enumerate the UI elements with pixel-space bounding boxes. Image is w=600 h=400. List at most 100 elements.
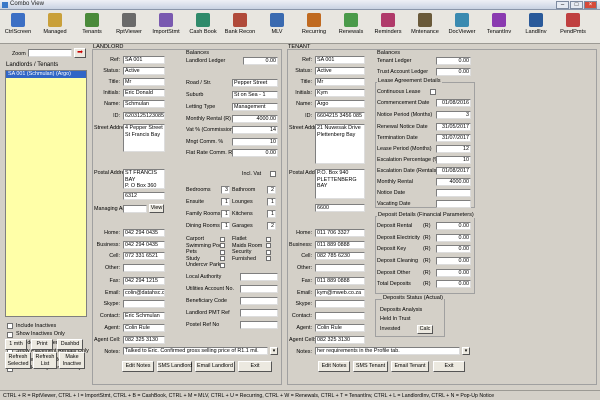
- landlord-feature-checkbox[interactable]: [266, 243, 271, 248]
- tenant-notice-field[interactable]: 3: [436, 111, 471, 119]
- toolbar-ctrlscreen-button[interactable]: CtrlScreen: [2, 12, 34, 42]
- landlord-ledger-field[interactable]: 0.00: [243, 57, 278, 65]
- tenant-cell-field[interactable]: 082 785 6230: [315, 252, 365, 260]
- dashboard-button[interactable]: Dashbd: [57, 339, 83, 350]
- calc-button[interactable]: Calc: [417, 325, 433, 334]
- landlord-view-agents-button[interactable]: View: [149, 204, 164, 213]
- landlord-title-field[interactable]: Mr: [123, 78, 165, 86]
- landlord-postel-field[interactable]: [240, 321, 278, 329]
- landlord-edit-notes-button[interactable]: Edit Notes: [122, 361, 154, 372]
- landlord-feature-checkbox[interactable]: [266, 256, 271, 261]
- tenant-title-field[interactable]: Mr: [315, 78, 365, 86]
- minimize-button[interactable]: –: [556, 1, 569, 9]
- refresh-selected-button[interactable]: Refresh Selected: [5, 352, 31, 369]
- tenant-sms-button[interactable]: SMS Tenant: [353, 361, 388, 372]
- refresh-list-button[interactable]: Refresh List: [33, 352, 57, 369]
- tenant-dep-key-field[interactable]: 0.00: [436, 245, 471, 253]
- tenant-commencement-field[interactable]: 01/08/2016: [436, 99, 471, 107]
- continuous-lease-checkbox[interactable]: [430, 89, 436, 95]
- landlord-feature-checkbox[interactable]: [220, 256, 225, 261]
- toolbar-mlv-button[interactable]: MLV: [261, 12, 293, 42]
- landlord-local-field[interactable]: [240, 273, 278, 281]
- tenant-dep-other-field[interactable]: 0.00: [436, 269, 471, 277]
- landlord-status-field[interactable]: Active: [123, 67, 165, 75]
- toolbar-importstmt-button[interactable]: ImportStmt: [150, 12, 182, 42]
- toolbar-mntenance-button[interactable]: Mntenance: [409, 12, 441, 42]
- landlord-agents-field[interactable]: [123, 205, 147, 213]
- one-month-button[interactable]: 1 mth: [5, 339, 27, 350]
- landlord-initials-field[interactable]: Eric Donald: [123, 89, 165, 97]
- landlord-dining-field[interactable]: 1: [221, 222, 230, 230]
- landlord-skype-field[interactable]: [123, 300, 165, 308]
- landlord-suburb-field[interactable]: St on Sea - 1: [232, 91, 278, 99]
- landlord-name-field[interactable]: Schmulan: [123, 100, 165, 108]
- toolbar-reminders-button[interactable]: Reminders: [372, 12, 404, 42]
- tenant-contact-field[interactable]: [315, 312, 365, 320]
- toolbar-rptviewer-button[interactable]: RptViewer: [113, 12, 145, 42]
- landlord-ref-field[interactable]: SA 001: [123, 56, 165, 64]
- landlord-agentcell-field[interactable]: 082 325 3130: [123, 336, 165, 344]
- tenant-fax-field[interactable]: 011 889 0888: [315, 277, 365, 285]
- landlord-id-field[interactable]: 6203125123085: [123, 112, 165, 120]
- tenant-ledger-field[interactable]: 0.00: [436, 57, 471, 65]
- landlord-pmt-field[interactable]: [240, 309, 278, 317]
- make-inactive-button[interactable]: Make Inactive: [59, 352, 85, 369]
- toolbar-pendpmts-button[interactable]: PendPmts: [557, 12, 589, 42]
- tenant-edit-notes-button[interactable]: Edit Notes: [318, 361, 350, 372]
- landlord-incl-vat-checkbox[interactable]: [270, 171, 276, 177]
- landlord-cell-field[interactable]: 072 331 6521: [123, 252, 165, 260]
- tenant-email-button[interactable]: Email Tenant: [391, 361, 429, 372]
- landlord-email-button[interactable]: Email Landlord: [195, 361, 235, 372]
- tenant-skype-field[interactable]: [315, 300, 365, 308]
- tenant-renewal-field[interactable]: 31/05/2017: [436, 123, 471, 131]
- filter-checkbox[interactable]: [7, 323, 13, 329]
- toolbar-landlinv-button[interactable]: LandlInv: [520, 12, 552, 42]
- landlord-ensuite-field[interactable]: 1: [221, 198, 230, 206]
- landlord-beneficiary-field[interactable]: [240, 297, 278, 305]
- landlord-fax-field[interactable]: 042 294 1215: [123, 277, 165, 285]
- toolbar-cash-book-button[interactable]: Cash Book: [187, 12, 219, 42]
- landlord-bedrooms-field[interactable]: 3: [221, 186, 230, 194]
- tenant-agent-field[interactable]: Colin Rule: [315, 324, 365, 332]
- landlord-contact-field[interactable]: Eric Schmulan: [123, 312, 165, 320]
- filter-checkbox[interactable]: [7, 331, 13, 338]
- landlord-business-field[interactable]: 042 294 0435: [123, 241, 165, 249]
- tenant-lease-period-field[interactable]: 12: [436, 145, 471, 153]
- tenant-escalation-date-field[interactable]: 01/08/2017: [436, 167, 471, 175]
- tenant-street-field[interactable]: 21 Nuwesak Drive Plettenberg Bay: [315, 124, 365, 164]
- landlord-kitchens-field[interactable]: 1: [267, 210, 276, 218]
- landlord-email-field[interactable]: colin@datahsc.co.za: [123, 289, 165, 297]
- tenant-vacating-field[interactable]: [436, 200, 471, 208]
- landlord-sms-button[interactable]: SMS Landlord: [157, 361, 192, 372]
- close-button[interactable]: ×: [584, 1, 597, 9]
- landlord-feature-checkbox[interactable]: [266, 249, 271, 255]
- zoom-go-button[interactable]: ➡: [74, 48, 86, 58]
- tenant-status-field[interactable]: Active: [315, 67, 365, 75]
- landlord-letting-field[interactable]: Management: [232, 103, 278, 111]
- list-item[interactable]: SA 001 (Schmulan) (Argo): [6, 71, 86, 78]
- landlord-notes-field[interactable]: Talked to Eric. Confirmed gross selling …: [123, 347, 268, 355]
- landlord-feature-checkbox[interactable]: [266, 236, 271, 242]
- landlord-feature-checkbox[interactable]: [220, 262, 225, 268]
- zoom-input[interactable]: [28, 49, 72, 57]
- tenant-dep-total-field[interactable]: 0.00: [436, 280, 471, 288]
- maximize-button[interactable]: □: [570, 1, 583, 9]
- landlord-flat-field[interactable]: 0.00: [232, 149, 278, 157]
- landlord-road-field[interactable]: Pepper Street: [232, 79, 278, 87]
- tenant-dep-elec-field[interactable]: 0.00: [436, 234, 471, 242]
- tenant-agentcell-field[interactable]: 082 325 3130: [315, 336, 365, 344]
- landlord-lounges-field[interactable]: 1: [267, 198, 276, 206]
- tenant-ref-field[interactable]: SA 001: [315, 56, 365, 64]
- toolbar-renewals-button[interactable]: Renewals: [335, 12, 367, 42]
- toolbar-docviewer-button[interactable]: DocViewer: [446, 12, 478, 42]
- toolbar-tenants-button[interactable]: Tenants: [76, 12, 108, 42]
- landlord-family-field[interactable]: 1: [221, 210, 230, 218]
- toolbar-tenantinv-button[interactable]: TenantInv: [483, 12, 515, 42]
- tenant-notice-date-field[interactable]: [436, 189, 471, 197]
- landlord-rental-field[interactable]: 4000.00: [232, 115, 278, 123]
- landlord-feature-checkbox[interactable]: [220, 243, 225, 248]
- tenant-postal-field[interactable]: P.O. Box 940 PLETTENBERG BAY: [315, 169, 365, 199]
- landlord-postal-code-field[interactable]: 6312: [123, 192, 165, 200]
- landlord-tenant-list[interactable]: SA 001 (Schmulan) (Argo): [5, 70, 87, 317]
- print-button[interactable]: Print: [31, 339, 53, 350]
